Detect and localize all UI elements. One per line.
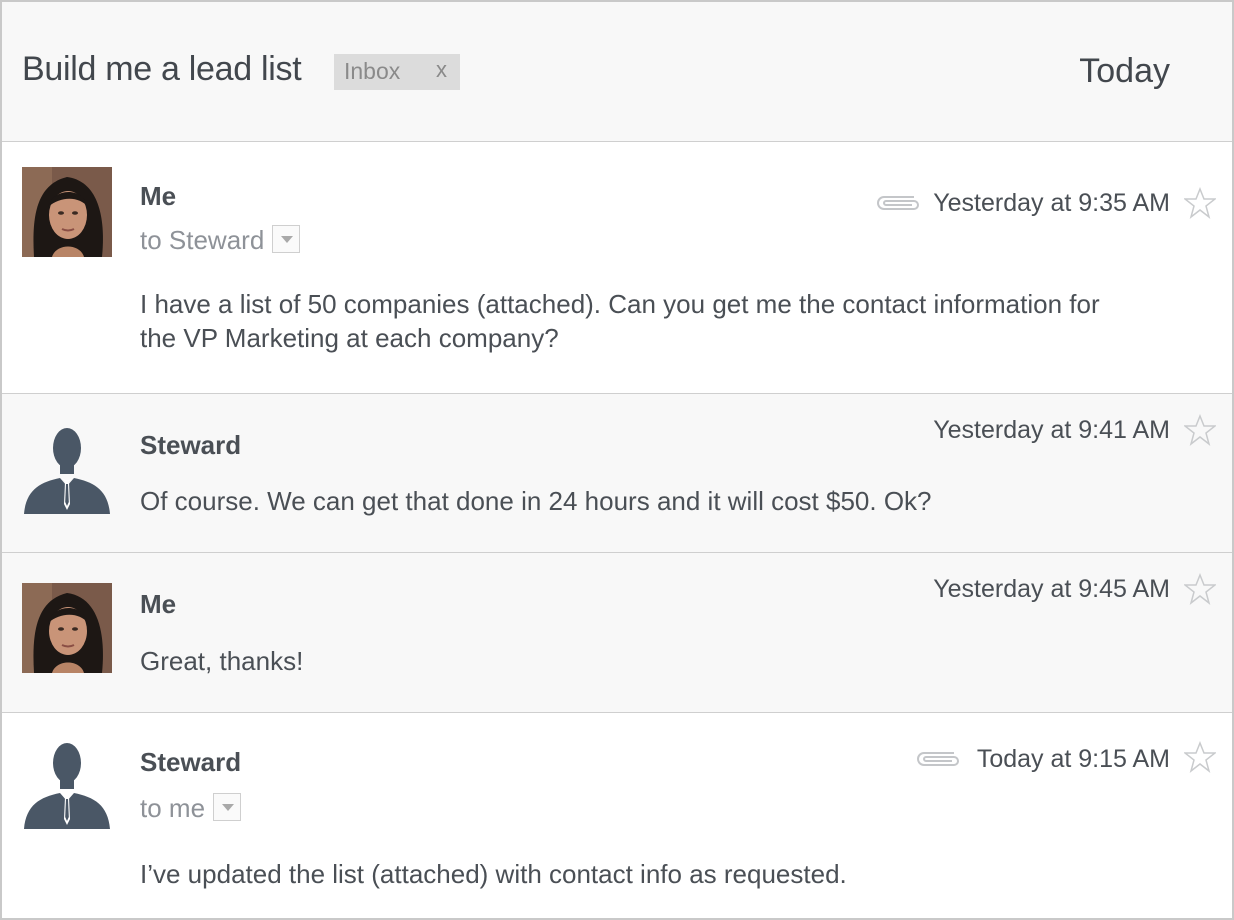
avatar bbox=[22, 424, 112, 514]
avatar bbox=[22, 167, 112, 257]
chevron-down-icon[interactable] bbox=[213, 793, 242, 821]
star-outline-icon[interactable] bbox=[1184, 187, 1216, 219]
message-timestamp: Yesterday at 9:45 AM bbox=[933, 575, 1170, 603]
message-timestamp: Yesterday at 9:35 AM bbox=[933, 189, 1170, 217]
message-timestamp: Yesterday at 9:41 AM bbox=[933, 416, 1170, 444]
paperclip-icon bbox=[917, 752, 959, 766]
message-timestamp: Today at 9:15 AM bbox=[976, 745, 1170, 773]
thread-header: Build me a lead list Inbox x Today bbox=[2, 2, 1232, 142]
message-item[interactable]: Steward Yesterday at 9:41 AM Of course. … bbox=[2, 394, 1232, 553]
message-item[interactable]: Steward to me Today at 9:15 AM I’ve upda… bbox=[2, 713, 1232, 918]
avatar bbox=[22, 583, 112, 673]
sender-name: Me bbox=[140, 589, 177, 619]
message-item[interactable]: Me to Steward Yesterday at 9:35 AM I hav… bbox=[2, 143, 1232, 394]
message-body: Of course. We can get that done in 24 ho… bbox=[140, 486, 932, 516]
star-outline-icon[interactable] bbox=[1184, 741, 1216, 773]
person-silhouette-icon bbox=[24, 743, 110, 829]
sender-name: Steward bbox=[140, 430, 242, 460]
user-photo bbox=[22, 167, 112, 257]
person-silhouette-icon bbox=[24, 428, 110, 514]
message-body: I have a list of 50 companies (attached)… bbox=[140, 289, 1100, 353]
inbox-label-chip[interactable]: Inbox x bbox=[334, 54, 460, 90]
recipient-text: to Steward bbox=[140, 225, 265, 255]
message-body: Great, thanks! bbox=[140, 646, 304, 676]
message-item[interactable]: Me Yesterday at 9:45 AM Great, thanks! bbox=[2, 553, 1232, 713]
paperclip-icon bbox=[877, 196, 919, 210]
recipient-line[interactable]: to Steward bbox=[140, 225, 301, 256]
thread-date: Today bbox=[1079, 52, 1170, 90]
recipient-line[interactable]: to me bbox=[140, 793, 242, 824]
message-body: I’ve updated the list (attached) with co… bbox=[140, 859, 847, 889]
sender-name: Steward bbox=[140, 747, 242, 777]
user-photo bbox=[22, 583, 112, 673]
chevron-down-icon[interactable] bbox=[272, 225, 301, 253]
recipient-text: to me bbox=[140, 793, 206, 823]
sender-name: Me bbox=[140, 181, 177, 211]
star-outline-icon[interactable] bbox=[1184, 414, 1216, 446]
remove-label-button[interactable]: x bbox=[436, 57, 447, 83]
label-text: Inbox bbox=[344, 58, 401, 84]
thread-subject: Build me a lead list bbox=[22, 50, 302, 88]
star-outline-icon[interactable] bbox=[1184, 573, 1216, 605]
email-thread-view: Build me a lead list Inbox x Today Me to… bbox=[0, 0, 1234, 920]
avatar bbox=[22, 739, 112, 829]
